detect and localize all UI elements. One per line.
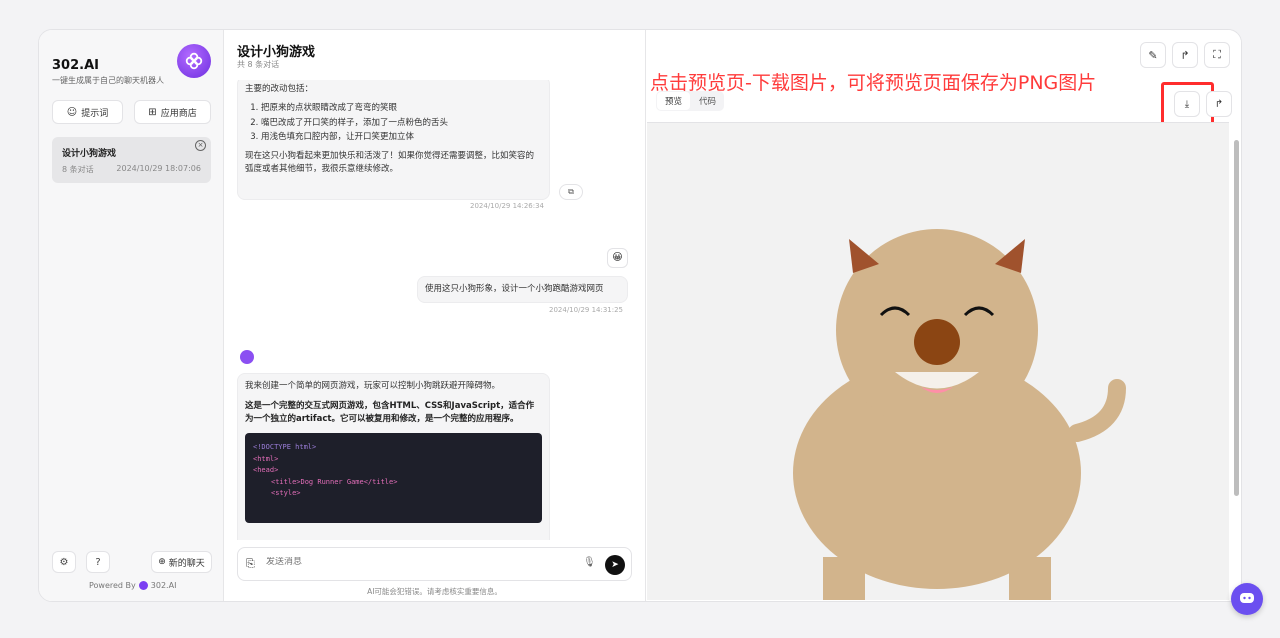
code-line: <title>Dog Runner Game</title> (271, 477, 398, 486)
fullscreen-icon[interactable]: ⛶ (1204, 42, 1230, 68)
preview-canvas[interactable] (647, 122, 1229, 600)
list-item: 嘴巴改成了开口笑的样子，添加了一点粉色的舌头 (261, 117, 542, 130)
dog-illustration (793, 229, 1126, 600)
send-button[interactable]: ➤ (605, 555, 625, 575)
code-line: <style> (271, 489, 301, 498)
powered-by-brand: 302.AI (150, 581, 177, 590)
prompt-button[interactable]: ☺ 提示词 (52, 100, 123, 124)
prompt-button-label: 提示词 (81, 108, 109, 119)
support-chat-icon[interactable] (1231, 583, 1263, 615)
chat-item-count: 8 条对话 (62, 165, 94, 174)
chat-panel: 设计小狗游戏 共 8 条对话 主要的改动包括： 把原来的点状眼睛改成了弯弯的笑眼… (224, 30, 646, 601)
change-list: 把原来的点状眼睛改成了弯弯的笑眼 嘴巴改成了开口笑的样子，添加了一点粉色的舌头 … (261, 102, 542, 144)
message-time: 2024/10/29 14:31:25 (549, 306, 624, 314)
preview-panel: ✎ ↱ ⛶ 点击预览页-下载图片，可将预览页面保存为PNG图片 预览 代码 ⤓ … (646, 30, 1241, 601)
plus-icon: ⊕ (158, 557, 166, 567)
message-time: 2024/10/29 14:26:34 (470, 202, 545, 210)
message-paragraph: 我来创建一个简单的网页游戏，玩家可以控制小狗跳跃避开障碍物。 (245, 381, 501, 391)
chat-title: 设计小狗游戏 (237, 45, 316, 60)
app-store-button[interactable]: ⊞ 应用商店 (134, 100, 211, 124)
attach-paperclip-icon[interactable]: ⎘ (246, 557, 255, 571)
message-input-box[interactable]: ⎘ 🎙 ➤ (237, 547, 632, 581)
new-chat-button[interactable]: ⊕ 新的聊天 (151, 551, 212, 573)
code-line: <!DOCTYPE html> (253, 443, 317, 452)
chat-list-item[interactable]: 设计小狗游戏 8 条对话 2024/10/29 18:07:06 × (52, 137, 211, 183)
brand-logo-icon (177, 44, 211, 78)
sidebar: 302.AI 一键生成属于自己的聊天机器人 ☺ 提示词 ⊞ 应用商店 设计小狗游… (39, 30, 224, 601)
preview-tabs: 预览 代码 (656, 91, 725, 111)
brand-subtitle: 一键生成属于自己的聊天机器人 (52, 76, 164, 85)
message-heading: 主要的改动包括： (245, 84, 314, 94)
copy-message-icon[interactable]: ⧉ (559, 184, 583, 200)
chat-item-date: 2024/10/29 18:07:06 (116, 164, 201, 173)
robot-icon: ☺ (66, 106, 78, 118)
tab-preview[interactable]: 预览 (657, 92, 691, 110)
share-icon[interactable]: ↱ (1172, 42, 1198, 68)
code-line: <head> (253, 466, 279, 475)
edit-pencil-icon[interactable]: ✎ (1140, 42, 1166, 68)
delete-chat-icon[interactable]: × (195, 140, 206, 151)
assistant-message: 我来创建一个简单的网页游戏，玩家可以控制小狗跳跃避开障碍物。 这是一个完整的交互… (237, 373, 550, 540)
list-item: 把原来的点状眼睛改成了弯弯的笑眼 (261, 102, 542, 115)
microphone-icon[interactable]: 🎙 (583, 557, 596, 568)
app-window: 302.AI 一键生成属于自己的聊天机器人 ☺ 提示词 ⊞ 应用商店 设计小狗游… (38, 29, 1242, 602)
message-input[interactable] (266, 557, 566, 567)
code-block[interactable]: <!DOCTYPE html> <html> <head> <title>Dog… (245, 433, 542, 524)
message-list[interactable]: 主要的改动包括： 把原来的点状眼睛改成了弯弯的笑眼 嘴巴改成了开口笑的样子，添加… (224, 80, 645, 540)
preview-scrollbar[interactable] (1233, 128, 1240, 588)
assistant-avatar (240, 350, 254, 364)
powered-by: Powered By 302.AI (89, 581, 176, 590)
grid-icon: ⊞ (148, 106, 157, 118)
message-paragraph-bold: 这是一个完整的交互式网页游戏，包含HTML、CSS和JavaScript，适合作… (245, 400, 535, 424)
brand-small-logo-icon (138, 581, 148, 590)
app-store-button-label: 应用商店 (160, 108, 197, 119)
emoji-reaction-icon[interactable]: 😀 (607, 248, 628, 268)
message-footer: 现在这只小狗看起来更加快乐和活泼了！如果你觉得还需要调整，比如笑容的弧度或者其他… (245, 151, 535, 174)
chat-count: 共 8 条对话 (237, 60, 280, 69)
assistant-message: 主要的改动包括： 把原来的点状眼睛改成了弯弯的笑眼 嘴巴改成了开口笑的样子，添加… (237, 80, 550, 200)
user-message-text: 使用这只小狗形象，设计一个小狗跑酷游戏网页 (425, 284, 604, 294)
powered-by-prefix: Powered By (89, 581, 136, 590)
user-message: 使用这只小狗形象，设计一个小狗跑酷游戏网页 (417, 276, 628, 303)
help-icon[interactable]: ? (86, 551, 110, 573)
new-chat-label: 新的聊天 (168, 558, 205, 569)
settings-gear-icon[interactable]: ⚙ (52, 551, 76, 573)
share-preview-icon[interactable]: ↱ (1206, 91, 1232, 117)
code-line: <html> (253, 454, 279, 463)
tab-code[interactable]: 代码 (691, 91, 724, 111)
chat-item-title: 设计小狗游戏 (62, 149, 117, 159)
list-item: 用浅色填充口腔内部，让开口笑更加立体 (261, 131, 542, 144)
brand-title: 302.AI (52, 58, 99, 73)
disclaimer: AI可能会犯错误。请考虑核实重要信息。 (367, 587, 502, 596)
download-image-icon[interactable]: ⤓ (1174, 91, 1200, 117)
scrollbar-thumb[interactable] (1234, 140, 1239, 496)
